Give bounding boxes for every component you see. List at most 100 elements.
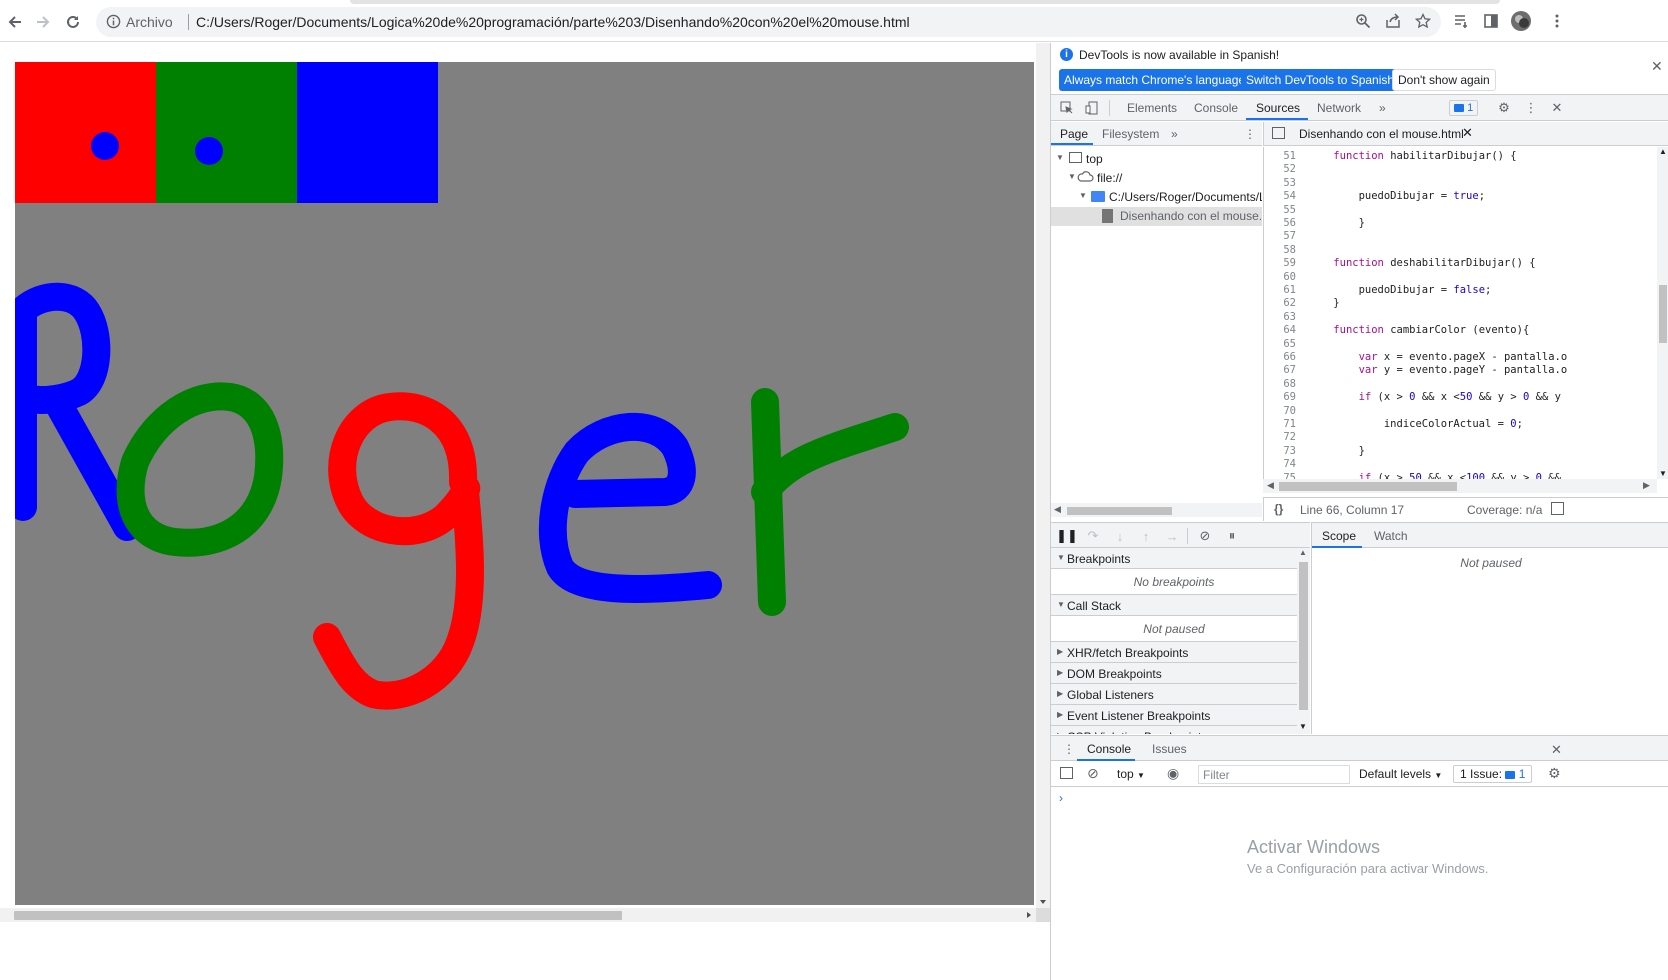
- share-icon[interactable]: [1381, 9, 1405, 33]
- code-editor[interactable]: 51 function habilitarDibujar() {52 53 54 p…: [1263, 147, 1668, 479]
- line-number[interactable]: 58: [1264, 244, 1296, 256]
- log-levels-dropdown[interactable]: Default levels ▼: [1359, 767, 1442, 781]
- avatar[interactable]: [1509, 9, 1533, 33]
- navigator-scrollbar[interactable]: ◀: [1051, 503, 1262, 517]
- editor-horizontal-scrollbar[interactable]: ◀ ▶: [1263, 479, 1657, 493]
- drawer-menu-icon[interactable]: ⋮: [1063, 742, 1075, 756]
- deactivate-breakpoints-icon[interactable]: ⊘: [1196, 527, 1214, 545]
- line-number[interactable]: 65: [1264, 338, 1296, 350]
- editor-vertical-scrollbar[interactable]: ▲ ▼: [1657, 147, 1668, 479]
- tab-watch[interactable]: Watch: [1374, 529, 1408, 543]
- editor-file-tab[interactable]: Disenhando con el mouse.html: [1299, 127, 1464, 141]
- line-number[interactable]: 68: [1264, 378, 1296, 390]
- drawing-canvas[interactable]: [15, 62, 1034, 905]
- switch-spanish-button[interactable]: Switch DevTools to Spanish: [1241, 69, 1400, 91]
- address-bar[interactable]: Archivo C:/Users/Roger/Documents/Logica%…: [96, 7, 1441, 37]
- close-icon[interactable]: ✕: [1651, 58, 1663, 75]
- line-number[interactable]: 75: [1264, 472, 1296, 479]
- line-number[interactable]: 57: [1264, 230, 1296, 242]
- dont-show-again-button[interactable]: Don't show again: [1392, 69, 1496, 91]
- line-number[interactable]: 53: [1264, 177, 1296, 189]
- line-number[interactable]: 54: [1264, 190, 1296, 202]
- tab-network[interactable]: Network: [1317, 101, 1361, 115]
- toggle-navigator-icon[interactable]: [1272, 127, 1285, 139]
- step-out-icon[interactable]: ↑: [1137, 527, 1155, 545]
- coverage-toggle-icon[interactable]: [1551, 502, 1564, 515]
- line-number[interactable]: 59: [1264, 257, 1296, 269]
- step-into-icon[interactable]: ↓: [1111, 527, 1129, 545]
- line-number[interactable]: 74: [1264, 458, 1296, 470]
- line-number[interactable]: 64: [1264, 324, 1296, 336]
- tree-item-file[interactable]: ▼ file://: [1051, 169, 1262, 188]
- navigator-menu-icon[interactable]: ⋮: [1244, 127, 1256, 141]
- line-number[interactable]: 67: [1264, 364, 1296, 376]
- clear-console-icon[interactable]: ⊘: [1087, 765, 1099, 782]
- close-tab-icon[interactable]: ✕: [1462, 125, 1473, 141]
- tab-elements[interactable]: Elements: [1127, 101, 1177, 115]
- line-number[interactable]: 73: [1264, 445, 1296, 457]
- line-number[interactable]: 52: [1264, 163, 1296, 175]
- line-number[interactable]: 70: [1264, 405, 1296, 417]
- devtools-menu-icon[interactable]: ⋮: [1522, 99, 1540, 117]
- forward-button[interactable]: [30, 9, 56, 35]
- reading-list-icon[interactable]: [1449, 9, 1473, 33]
- inspect-element-icon[interactable]: [1058, 99, 1076, 117]
- line-number[interactable]: 72: [1264, 431, 1296, 443]
- device-toolbar-icon[interactable]: [1083, 99, 1101, 117]
- line-number[interactable]: 61: [1264, 284, 1296, 296]
- line-number[interactable]: 71: [1264, 418, 1296, 430]
- debugger-section-header[interactable]: ▶ Event Listener Breakpoints: [1051, 705, 1297, 726]
- console-filter-input[interactable]: Filter: [1198, 765, 1350, 784]
- info-icon[interactable]: [106, 14, 121, 32]
- more-navigator-icon[interactable]: »: [1171, 127, 1178, 141]
- debugger-section-header[interactable]: ▶ DOM Breakpoints: [1051, 663, 1297, 684]
- zoom-icon[interactable]: [1351, 9, 1375, 33]
- pretty-print-icon[interactable]: {}: [1274, 502, 1283, 516]
- console-settings-gear-icon[interactable]: ⚙: [1548, 765, 1561, 782]
- line-number[interactable]: 63: [1264, 311, 1296, 323]
- scrollbar-thumb[interactable]: [14, 911, 622, 920]
- tab-drawer-issues[interactable]: Issues: [1152, 742, 1187, 756]
- line-number[interactable]: 60: [1264, 271, 1296, 283]
- tab-sources[interactable]: Sources: [1256, 101, 1300, 115]
- tab-filesystem[interactable]: Filesystem: [1102, 127, 1159, 141]
- more-tabs-icon[interactable]: »: [1379, 101, 1386, 115]
- line-number[interactable]: 51: [1264, 150, 1296, 162]
- line-number[interactable]: 56: [1264, 217, 1296, 229]
- debugger-section-header[interactable]: ▶ Global Listeners: [1051, 684, 1297, 705]
- line-number[interactable]: 66: [1264, 351, 1296, 363]
- line-number[interactable]: 55: [1264, 204, 1296, 216]
- pause-on-exceptions-icon[interactable]: ⏸: [1223, 527, 1241, 545]
- menu-kebab-icon[interactable]: [1545, 9, 1569, 33]
- tab-page[interactable]: Page: [1060, 127, 1088, 141]
- debugger-section-header[interactable]: ▶ CSP Violation Breakpoints: [1051, 726, 1297, 734]
- line-number[interactable]: 69: [1264, 391, 1296, 403]
- debugger-section-header[interactable]: ▼ Breakpoints: [1051, 548, 1297, 569]
- back-button[interactable]: [2, 9, 28, 35]
- bookmark-star-icon[interactable]: [1411, 9, 1435, 33]
- side-panel-icon[interactable]: [1479, 9, 1503, 33]
- line-number[interactable]: 62: [1264, 297, 1296, 309]
- tree-item-folder[interactable]: ▼ C:/Users/Roger/Documents/Lo: [1051, 188, 1262, 207]
- eye-icon[interactable]: ◉: [1167, 765, 1179, 782]
- page-vertical-scrollbar[interactable]: [1036, 43, 1050, 908]
- tree-item-top[interactable]: ▼ top: [1051, 150, 1262, 169]
- issues-counter[interactable]: 1: [1449, 100, 1479, 116]
- tab-scope[interactable]: Scope: [1322, 529, 1356, 543]
- issues-button[interactable]: 1 Issue: 1: [1453, 765, 1533, 783]
- step-over-icon[interactable]: ↷: [1084, 527, 1102, 545]
- close-devtools-icon[interactable]: ✕: [1548, 99, 1566, 117]
- settings-gear-icon[interactable]: ⚙: [1495, 99, 1513, 117]
- debugger-scrollbar[interactable]: ▲ ▼: [1297, 548, 1310, 734]
- match-language-button[interactable]: Always match Chrome's language: [1059, 69, 1251, 91]
- console-sidebar-icon[interactable]: [1060, 767, 1073, 779]
- tree-item-html-file[interactable]: Disenhando con el mouse.ht: [1051, 207, 1262, 226]
- url-text[interactable]: C:/Users/Roger/Documents/Logica%20de%20p…: [196, 14, 910, 30]
- debugger-section-header[interactable]: ▶ XHR/fetch Breakpoints: [1051, 642, 1297, 663]
- pause-icon[interactable]: ❚❚: [1056, 527, 1078, 545]
- reload-button[interactable]: [60, 9, 86, 35]
- debugger-section-header[interactable]: ▼ Call Stack: [1051, 595, 1297, 616]
- close-drawer-icon[interactable]: ✕: [1551, 742, 1562, 758]
- tab-drawer-console[interactable]: Console: [1087, 742, 1131, 756]
- tab-console[interactable]: Console: [1194, 101, 1238, 115]
